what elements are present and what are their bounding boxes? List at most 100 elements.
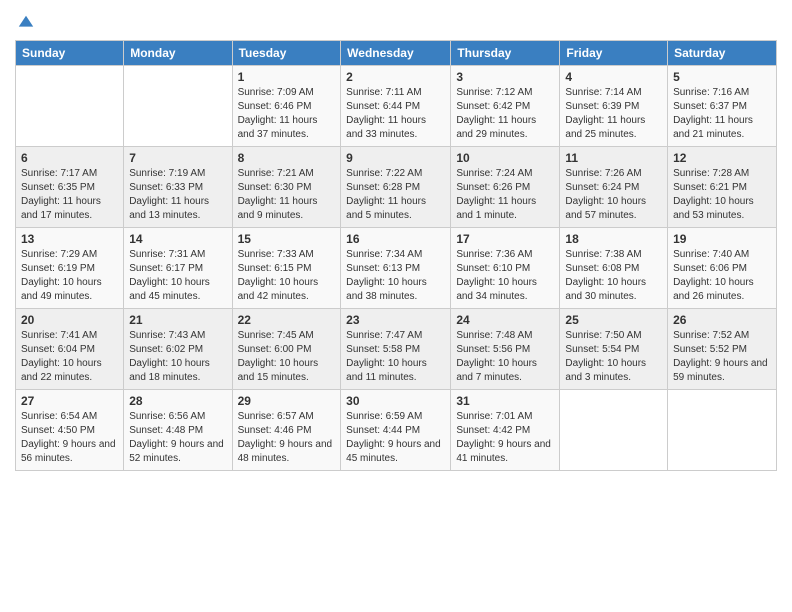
day-info: Sunrise: 7:09 AM Sunset: 6:46 PM Dayligh… — [238, 86, 336, 142]
day-info: Sunrise: 6:59 AM Sunset: 4:44 PM Dayligh… — [346, 410, 445, 466]
calendar-cell: 22 Sunrise: 7:45 AM Sunset: 6:00 PM Dayli… — [232, 309, 341, 390]
calendar-cell: 5 Sunrise: 7:16 AM Sunset: 6:37 PM Daylig… — [668, 66, 777, 147]
calendar-cell: 8 Sunrise: 7:21 AM Sunset: 6:30 PM Daylig… — [232, 147, 341, 228]
day-info: Sunrise: 7:48 AM Sunset: 5:56 PM Dayligh… — [456, 329, 554, 385]
calendar-week-1: 1 Sunrise: 7:09 AM Sunset: 6:46 PM Daylig… — [16, 66, 777, 147]
calendar-cell: 21 Sunrise: 7:43 AM Sunset: 6:02 PM Dayli… — [124, 309, 232, 390]
calendar-cell: 27 Sunrise: 6:54 AM Sunset: 4:50 PM Dayli… — [16, 390, 124, 471]
calendar-header-saturday: Saturday — [668, 41, 777, 66]
day-info: Sunrise: 7:28 AM Sunset: 6:21 PM Dayligh… — [673, 167, 771, 223]
calendar-cell — [16, 66, 124, 147]
calendar-cell: 6 Sunrise: 7:17 AM Sunset: 6:35 PM Daylig… — [16, 147, 124, 228]
day-info: Sunrise: 7:40 AM Sunset: 6:06 PM Dayligh… — [673, 248, 771, 304]
day-info: Sunrise: 7:34 AM Sunset: 6:13 PM Dayligh… — [346, 248, 445, 304]
calendar-week-4: 20 Sunrise: 7:41 AM Sunset: 6:04 PM Dayli… — [16, 309, 777, 390]
day-number: 31 — [456, 394, 554, 408]
calendar-cell: 23 Sunrise: 7:47 AM Sunset: 5:58 PM Dayli… — [341, 309, 451, 390]
day-info: Sunrise: 7:31 AM Sunset: 6:17 PM Dayligh… — [129, 248, 226, 304]
day-info: Sunrise: 7:50 AM Sunset: 5:54 PM Dayligh… — [565, 329, 662, 385]
header — [15, 10, 777, 32]
day-info: Sunrise: 7:45 AM Sunset: 6:00 PM Dayligh… — [238, 329, 336, 385]
logo — [15, 14, 35, 32]
day-number: 7 — [129, 151, 226, 165]
day-number: 28 — [129, 394, 226, 408]
day-number: 18 — [565, 232, 662, 246]
day-number: 23 — [346, 313, 445, 327]
day-number: 25 — [565, 313, 662, 327]
day-number: 13 — [21, 232, 118, 246]
day-number: 22 — [238, 313, 336, 327]
calendar-cell — [124, 66, 232, 147]
day-number: 17 — [456, 232, 554, 246]
day-number: 9 — [346, 151, 445, 165]
calendar-cell: 28 Sunrise: 6:56 AM Sunset: 4:48 PM Dayli… — [124, 390, 232, 471]
calendar-cell: 17 Sunrise: 7:36 AM Sunset: 6:10 PM Dayli… — [451, 228, 560, 309]
day-info: Sunrise: 6:54 AM Sunset: 4:50 PM Dayligh… — [21, 410, 118, 466]
day-number: 21 — [129, 313, 226, 327]
calendar-cell: 26 Sunrise: 7:52 AM Sunset: 5:52 PM Dayli… — [668, 309, 777, 390]
calendar-header-tuesday: Tuesday — [232, 41, 341, 66]
logo-icon — [17, 14, 35, 32]
day-info: Sunrise: 7:17 AM Sunset: 6:35 PM Dayligh… — [21, 167, 118, 223]
day-info: Sunrise: 6:57 AM Sunset: 4:46 PM Dayligh… — [238, 410, 336, 466]
day-number: 1 — [238, 70, 336, 84]
day-info: Sunrise: 7:21 AM Sunset: 6:30 PM Dayligh… — [238, 167, 336, 223]
day-number: 4 — [565, 70, 662, 84]
day-number: 20 — [21, 313, 118, 327]
calendar-cell: 11Sunrise: 7:26 AM Sunset: 6:24 PM Dayli… — [560, 147, 668, 228]
calendar-cell: 29 Sunrise: 6:57 AM Sunset: 4:46 PM Dayli… — [232, 390, 341, 471]
day-info: Sunrise: 6:56 AM Sunset: 4:48 PM Dayligh… — [129, 410, 226, 466]
day-info: Sunrise: 7:41 AM Sunset: 6:04 PM Dayligh… — [21, 329, 118, 385]
day-info: Sunrise: 7:01 AM Sunset: 4:42 PM Dayligh… — [456, 410, 554, 466]
day-info: Sunrise: 7:29 AM Sunset: 6:19 PM Dayligh… — [21, 248, 118, 304]
calendar-cell: 2 Sunrise: 7:11 AM Sunset: 6:44 PM Daylig… — [341, 66, 451, 147]
calendar-cell: 12 Sunrise: 7:28 AM Sunset: 6:21 PM Dayli… — [668, 147, 777, 228]
day-info: Sunrise: 7:33 AM Sunset: 6:15 PM Dayligh… — [238, 248, 336, 304]
calendar-cell: 31 Sunrise: 7:01 AM Sunset: 4:42 PM Dayli… — [451, 390, 560, 471]
calendar-header-monday: Monday — [124, 41, 232, 66]
day-number: 27 — [21, 394, 118, 408]
calendar-header-sunday: Sunday — [16, 41, 124, 66]
calendar-header-friday: Friday — [560, 41, 668, 66]
day-info: Sunrise: 7:11 AM Sunset: 6:44 PM Dayligh… — [346, 86, 445, 142]
calendar-cell — [560, 390, 668, 471]
calendar-cell: 18 Sunrise: 7:38 AM Sunset: 6:08 PM Dayli… — [560, 228, 668, 309]
day-number: 8 — [238, 151, 336, 165]
day-number: 29 — [238, 394, 336, 408]
day-info: Sunrise: 7:16 AM Sunset: 6:37 PM Dayligh… — [673, 86, 771, 142]
calendar-cell: 4 Sunrise: 7:14 AM Sunset: 6:39 PM Daylig… — [560, 66, 668, 147]
day-number: 30 — [346, 394, 445, 408]
calendar-cell: 19Sunrise: 7:40 AM Sunset: 6:06 PM Dayli… — [668, 228, 777, 309]
day-number: 14 — [129, 232, 226, 246]
day-number: 12 — [673, 151, 771, 165]
day-number: 3 — [456, 70, 554, 84]
day-info: Sunrise: 7:14 AM Sunset: 6:39 PM Dayligh… — [565, 86, 662, 142]
calendar-cell: 20 Sunrise: 7:41 AM Sunset: 6:04 PM Dayli… — [16, 309, 124, 390]
calendar-cell: 15 Sunrise: 7:33 AM Sunset: 6:15 PM Dayli… — [232, 228, 341, 309]
day-info: Sunrise: 7:43 AM Sunset: 6:02 PM Dayligh… — [129, 329, 226, 385]
calendar-week-3: 13 Sunrise: 7:29 AM Sunset: 6:19 PM Dayli… — [16, 228, 777, 309]
day-number: 15 — [238, 232, 336, 246]
day-info: Sunrise: 7:36 AM Sunset: 6:10 PM Dayligh… — [456, 248, 554, 304]
day-number: 11 — [565, 151, 662, 165]
calendar-header-wednesday: Wednesday — [341, 41, 451, 66]
day-number: 5 — [673, 70, 771, 84]
calendar-cell — [668, 390, 777, 471]
day-number: 26 — [673, 313, 771, 327]
calendar-cell: 10Sunrise: 7:24 AM Sunset: 6:26 PM Dayli… — [451, 147, 560, 228]
calendar-cell: 13 Sunrise: 7:29 AM Sunset: 6:19 PM Dayli… — [16, 228, 124, 309]
calendar-cell: 9Sunrise: 7:22 AM Sunset: 6:28 PM Daylig… — [341, 147, 451, 228]
day-info: Sunrise: 7:38 AM Sunset: 6:08 PM Dayligh… — [565, 248, 662, 304]
day-info: Sunrise: 7:47 AM Sunset: 5:58 PM Dayligh… — [346, 329, 445, 385]
calendar-cell: 16 Sunrise: 7:34 AM Sunset: 6:13 PM Dayli… — [341, 228, 451, 309]
day-number: 6 — [21, 151, 118, 165]
calendar-table: SundayMondayTuesdayWednesdayThursdayFrid… — [15, 40, 777, 471]
day-number: 10 — [456, 151, 554, 165]
calendar-cell: 25 Sunrise: 7:50 AM Sunset: 5:54 PM Dayli… — [560, 309, 668, 390]
day-info: Sunrise: 7:52 AM Sunset: 5:52 PM Dayligh… — [673, 329, 771, 385]
day-number: 16 — [346, 232, 445, 246]
calendar-week-5: 27 Sunrise: 6:54 AM Sunset: 4:50 PM Dayli… — [16, 390, 777, 471]
day-number: 2 — [346, 70, 445, 84]
calendar-cell: 3Sunrise: 7:12 AM Sunset: 6:42 PM Daylig… — [451, 66, 560, 147]
calendar-header-thursday: Thursday — [451, 41, 560, 66]
